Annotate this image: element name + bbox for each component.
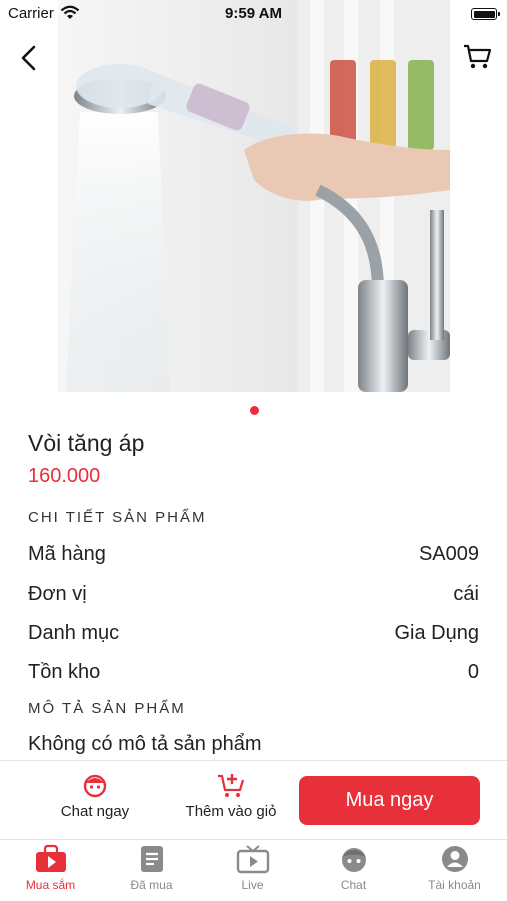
clock: 9:59 AM <box>225 5 282 22</box>
bottom-tab-bar: Mua sắm Đã mua Live Chat Tài khoản <box>0 839 507 901</box>
tab-label: Chat <box>340 878 367 892</box>
shower-head-illustration <box>58 0 450 392</box>
chat-now-button[interactable]: Chat ngay <box>40 771 150 820</box>
tab-label: Mua sắm <box>25 878 76 892</box>
detail-label: Danh mục <box>28 622 120 644</box>
description-section-title: MÔ TẢ SẢN PHẨM <box>28 700 186 717</box>
chat-now-label: Chat ngay <box>60 803 130 820</box>
back-chevron-icon[interactable] <box>14 42 46 74</box>
tab-label: Tài khoản <box>428 878 481 892</box>
purchased-list-icon <box>140 846 163 872</box>
chat-face-icon <box>341 848 366 872</box>
detail-value: 0 <box>467 661 479 683</box>
chat-face-icon <box>83 774 107 798</box>
add-to-cart-button[interactable]: Thêm vào giỏ <box>172 771 290 820</box>
tab-label: Đã mua <box>130 878 173 892</box>
details-section-title: CHI TIẾT SẢN PHẨM <box>28 509 207 526</box>
action-bar: Chat ngay Thêm vào giỏ Mua ngay <box>0 760 507 840</box>
product-image[interactable] <box>58 0 450 392</box>
add-to-cart-icon <box>218 774 245 797</box>
detail-row-sku: Mã hàng SA009 <box>28 543 479 566</box>
tab-account[interactable]: Tài khoản <box>404 844 505 892</box>
tv-icon <box>236 845 269 874</box>
add-to-cart-label: Thêm vào giỏ <box>185 803 277 820</box>
detail-value: SA009 <box>418 543 479 565</box>
shopping-bag-icon <box>35 844 66 872</box>
battery-icon <box>471 8 500 20</box>
product-price: 160.000 <box>28 465 101 487</box>
account-icon <box>441 846 468 872</box>
tab-shopping[interactable]: Mua sắm <box>0 844 101 892</box>
product-name: Vòi tăng áp <box>28 430 145 456</box>
buy-now-button[interactable]: Mua ngay <box>299 776 480 825</box>
detail-row-category: Danh mục Gia Dụng <box>28 622 479 645</box>
status-bar: Carrier 9:59 AM <box>0 0 507 28</box>
tab-purchased[interactable]: Đã mua <box>101 844 202 892</box>
description-text: Không có mô tả sản phẩm <box>28 733 262 755</box>
tab-label: Live <box>241 878 264 892</box>
detail-label: Tồn kho <box>28 661 101 683</box>
detail-row-stock: Tồn kho 0 <box>28 661 479 684</box>
tab-live[interactable]: Live <box>202 844 303 892</box>
cart-icon[interactable] <box>461 40 493 72</box>
detail-value: cái <box>453 583 479 605</box>
image-pager-dot[interactable] <box>250 406 259 415</box>
detail-label: Đơn vị <box>28 583 87 605</box>
detail-label: Mã hàng <box>28 543 106 565</box>
tab-chat[interactable]: Chat <box>303 844 404 892</box>
detail-row-unit: Đơn vị cái <box>28 583 479 606</box>
detail-value: Gia Dụng <box>394 622 480 644</box>
